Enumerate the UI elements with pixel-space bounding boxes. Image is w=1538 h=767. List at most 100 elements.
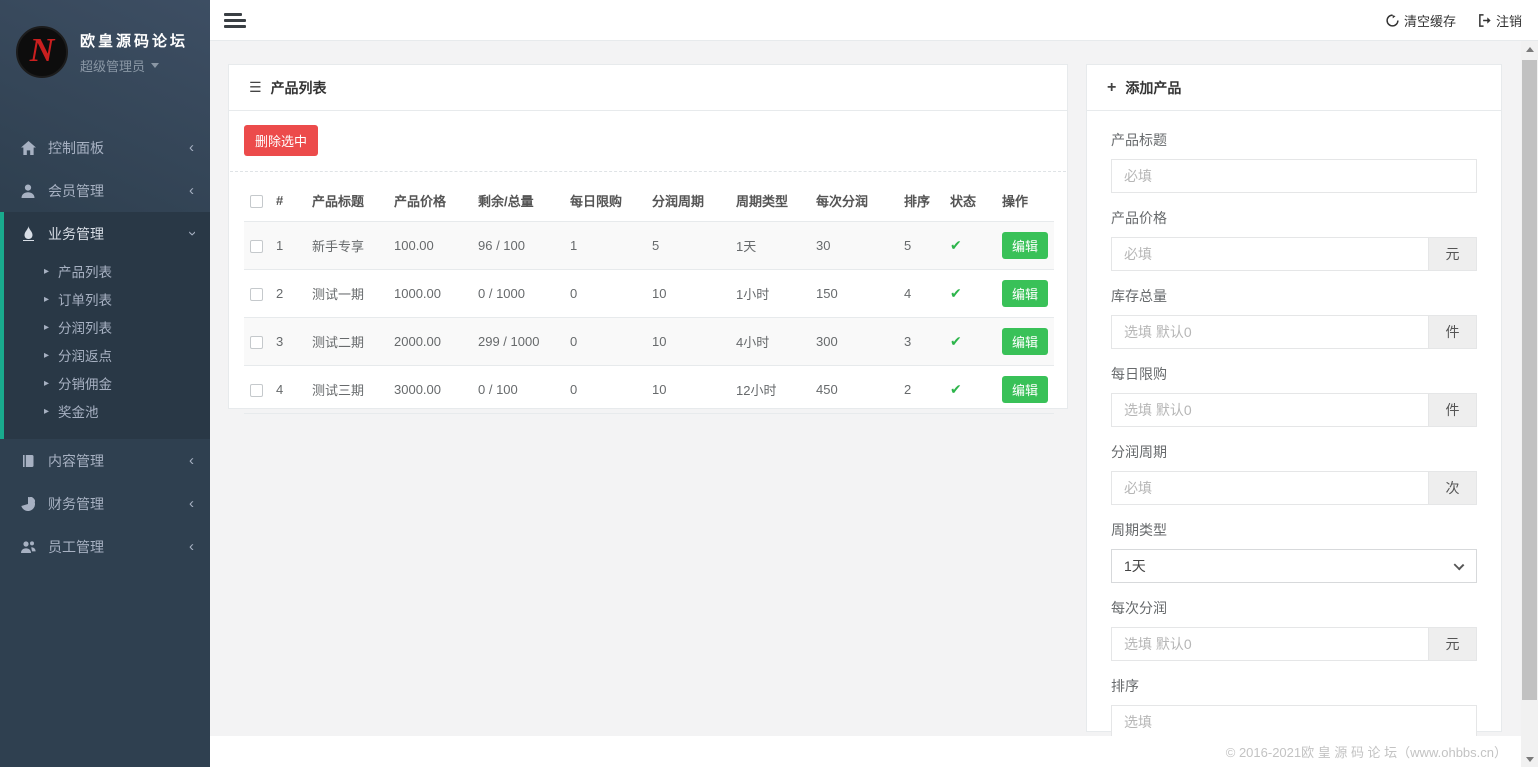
cell-num: 4 bbox=[270, 366, 306, 414]
subitem-label: 分润列表 bbox=[58, 317, 112, 337]
table-row: 3 测试二期 2000.00 299 / 1000 0 10 4小时 300 3… bbox=[244, 318, 1054, 366]
sidebar-item-content[interactable]: 内容管理 ‹ bbox=[0, 439, 210, 482]
delete-selected-button[interactable]: 删除选中 bbox=[244, 125, 318, 156]
clear-cache-button[interactable]: 清空缓存 bbox=[1386, 11, 1456, 30]
table-row: 1 新手专享 100.00 96 / 100 1 5 1天 30 5 ✔ 编辑 bbox=[244, 222, 1054, 270]
daily-limit-input[interactable] bbox=[1111, 393, 1429, 427]
col-header: 周期类型 bbox=[730, 180, 810, 222]
sidebar-nav: 控制面板 ‹ 会员管理 ‹ 业务管理 ‹ bbox=[0, 126, 210, 568]
stock-total-input[interactable] bbox=[1111, 315, 1429, 349]
product-title-input[interactable] bbox=[1111, 159, 1477, 193]
col-header: 产品标题 bbox=[306, 180, 388, 222]
sidebar-subitem-commission[interactable]: ▸ 分销佣金 bbox=[4, 369, 210, 397]
product-price-input[interactable] bbox=[1111, 237, 1429, 271]
table-toolbar: 删除选中 bbox=[229, 111, 1067, 171]
brand[interactable]: N 欧皇源码论坛 超级管理员 bbox=[0, 0, 210, 102]
cell-stock: 0 / 1000 bbox=[472, 270, 564, 318]
logout-button[interactable]: 注销 bbox=[1478, 11, 1522, 30]
row-checkbox[interactable] bbox=[250, 336, 263, 349]
sidebar-toggle-icon[interactable] bbox=[224, 10, 246, 30]
cell-sort: 5 bbox=[898, 222, 944, 270]
business-submenu: ▸ 产品列表 ▸ 订单列表 ▸ 分润列表 ▸ 分润返点 ▸ 分销佣金 bbox=[4, 255, 210, 439]
chevron-down-icon: ‹ bbox=[184, 231, 199, 236]
sidebar-subitem-order-list[interactable]: ▸ 订单列表 bbox=[4, 285, 210, 313]
select-all-checkbox[interactable] bbox=[250, 195, 263, 208]
cell-cycle-type: 12小时 bbox=[730, 366, 810, 414]
product-table: # 产品标题 产品价格 剩余/总量 每日限购 分润周期 周期类型 每次分润 排序… bbox=[244, 180, 1054, 414]
table-row: 2 测试一期 1000.00 0 / 1000 0 10 1小时 150 4 ✔… bbox=[244, 270, 1054, 318]
sidebar-item-dashboard[interactable]: 控制面板 ‹ bbox=[0, 126, 210, 169]
nav-group-dashboard: 控制面板 ‹ bbox=[0, 126, 210, 169]
edit-button[interactable]: 编辑 bbox=[1002, 232, 1048, 259]
plus-icon: + bbox=[1107, 79, 1116, 97]
edit-button[interactable]: 编辑 bbox=[1002, 328, 1048, 355]
scroll-up-arrow[interactable] bbox=[1521, 41, 1538, 57]
cell-title: 测试一期 bbox=[306, 270, 388, 318]
subitem-label: 奖金池 bbox=[58, 401, 99, 421]
subitem-label: 产品列表 bbox=[58, 261, 112, 281]
caret-right-icon: ▸ bbox=[44, 322, 49, 333]
cycle-type-select[interactable]: 1天 bbox=[1111, 549, 1477, 583]
subitem-label: 分润返点 bbox=[58, 345, 112, 365]
unit-addon: 件 bbox=[1429, 393, 1477, 427]
scroll-down-arrow[interactable] bbox=[1521, 751, 1538, 767]
add-product-form: 产品标题 产品价格 元 库存总量 件 每日限购 bbox=[1087, 111, 1501, 767]
nav-group-finance: 财务管理 ‹ bbox=[0, 482, 210, 525]
profit-cycle-input[interactable] bbox=[1111, 471, 1429, 505]
sidebar-subitem-profit-rebate[interactable]: ▸ 分润返点 bbox=[4, 341, 210, 369]
unit-addon: 元 bbox=[1429, 627, 1477, 661]
cell-daily-limit: 1 bbox=[564, 222, 646, 270]
status-check-icon: ✔ bbox=[950, 237, 962, 253]
sidebar-subitem-profit-list[interactable]: ▸ 分润列表 bbox=[4, 313, 210, 341]
per-profit-input[interactable] bbox=[1111, 627, 1429, 661]
row-checkbox[interactable] bbox=[250, 384, 263, 397]
home-icon bbox=[20, 141, 36, 155]
cell-title: 测试三期 bbox=[306, 366, 388, 414]
caret-right-icon: ▸ bbox=[44, 294, 49, 305]
cell-title: 新手专享 bbox=[306, 222, 388, 270]
status-check-icon: ✔ bbox=[950, 333, 962, 349]
col-header: # bbox=[270, 180, 306, 222]
sidebar-item-staff[interactable]: 员工管理 ‹ bbox=[0, 525, 210, 568]
edit-button[interactable]: 编辑 bbox=[1002, 280, 1048, 307]
edit-button[interactable]: 编辑 bbox=[1002, 376, 1048, 403]
scrollbar-thumb[interactable] bbox=[1522, 60, 1537, 700]
sidebar-subitem-product-list[interactable]: ▸ 产品列表 bbox=[4, 257, 210, 285]
add-product-header: + 添加产品 bbox=[1087, 65, 1501, 111]
field-label: 产品价格 bbox=[1111, 208, 1477, 228]
brand-title: 欧皇源码论坛 bbox=[80, 30, 188, 51]
row-checkbox[interactable] bbox=[250, 240, 263, 253]
sidebar-item-label: 内容管理 bbox=[48, 451, 189, 471]
user-role-dropdown[interactable]: 超级管理员 bbox=[80, 56, 188, 75]
product-list-header: ☰ 产品列表 bbox=[229, 65, 1067, 111]
vertical-scrollbar[interactable] bbox=[1521, 41, 1538, 767]
list-icon: ☰ bbox=[249, 79, 262, 96]
col-header: 每日限购 bbox=[564, 180, 646, 222]
cell-sort: 3 bbox=[898, 318, 944, 366]
logout-label: 注销 bbox=[1496, 11, 1522, 30]
table-row: 4 测试三期 3000.00 0 / 100 0 10 12小时 450 2 ✔… bbox=[244, 366, 1054, 414]
nav-group-staff: 员工管理 ‹ bbox=[0, 525, 210, 568]
cell-title: 测试二期 bbox=[306, 318, 388, 366]
cell-cycle-type: 4小时 bbox=[730, 318, 810, 366]
cell-num: 1 bbox=[270, 222, 306, 270]
sign-out-icon bbox=[1478, 14, 1491, 27]
sidebar-item-finance[interactable]: 财务管理 ‹ bbox=[0, 482, 210, 525]
row-checkbox[interactable] bbox=[250, 288, 263, 301]
sort-input[interactable] bbox=[1111, 705, 1477, 739]
sidebar-item-business[interactable]: 业务管理 ‹ bbox=[4, 212, 210, 255]
sidebar-item-members[interactable]: 会员管理 ‹ bbox=[0, 169, 210, 212]
field-label: 库存总量 bbox=[1111, 286, 1477, 306]
cell-price: 3000.00 bbox=[388, 366, 472, 414]
topbar: 清空缓存 注销 bbox=[210, 0, 1538, 41]
col-header: 状态 bbox=[944, 180, 996, 222]
sidebar-subitem-bonus-pool[interactable]: ▸ 奖金池 bbox=[4, 397, 210, 425]
status-check-icon: ✔ bbox=[950, 381, 962, 397]
cell-price: 2000.00 bbox=[388, 318, 472, 366]
col-header: 产品价格 bbox=[388, 180, 472, 222]
subitem-label: 订单列表 bbox=[58, 289, 112, 309]
user-role-label: 超级管理员 bbox=[80, 56, 145, 75]
caret-right-icon: ▸ bbox=[44, 350, 49, 361]
chevron-left-icon: ‹ bbox=[189, 183, 194, 198]
cell-stock: 299 / 1000 bbox=[472, 318, 564, 366]
